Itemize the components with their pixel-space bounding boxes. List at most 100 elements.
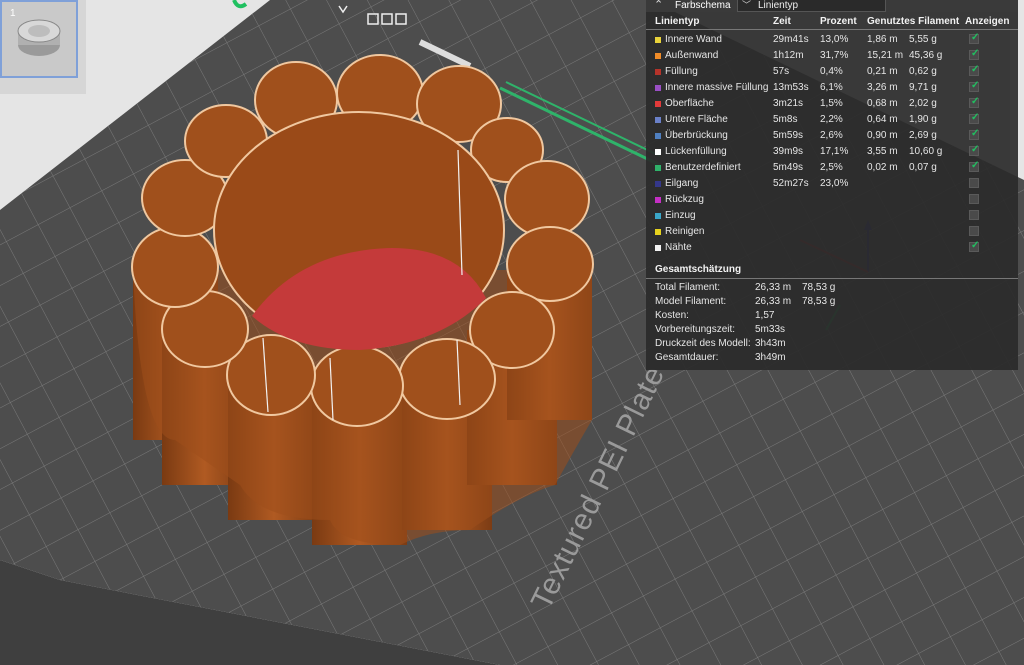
plate-thumbnail[interactable]: 1: [0, 0, 78, 78]
summary-value: 5m33s: [755, 324, 786, 335]
summary-title: Gesamtschätzung: [655, 264, 742, 275]
color-swatch: [655, 213, 661, 219]
color-swatch: [655, 229, 661, 235]
filament-weight: 45,36 g: [909, 50, 943, 61]
checkmark-icon: ✓: [971, 240, 980, 251]
summary-value: 1,57: [755, 310, 775, 321]
time-value: 13m53s: [773, 82, 809, 93]
summary-label: Druckzeit des Modell:: [655, 338, 751, 349]
time-value: 52m27s: [773, 178, 809, 189]
show-checkbox[interactable]: ✓: [969, 160, 979, 172]
legend-row: Füllung 57s 0,4% 0,21 m 0,62 g ✓: [646, 64, 1018, 80]
legend-row: Benutzerdefiniert 5m49s 2,5% 0,02 m 0,07 g ✓: [646, 160, 1018, 176]
linetype-name: Oberfläche: [665, 98, 714, 109]
column-header-percent: Prozent: [820, 16, 857, 27]
linetype-name: Innere Wand: [665, 34, 722, 45]
legend-row: Oberfläche 3m21s 1,5% 0,68 m 2,02 g ✓: [646, 96, 1018, 112]
filament-weight: 0,62 g: [909, 66, 937, 77]
percent-value: 6,1%: [820, 82, 843, 93]
legend-row: Überbrückung 5m59s 2,6% 0,90 m 2,69 g ✓: [646, 128, 1018, 144]
filament-weight: 2,02 g: [909, 98, 937, 109]
color-swatch: [655, 69, 661, 75]
color-swatch: [655, 245, 661, 251]
linetype-name: Untere Fläche: [665, 114, 728, 125]
filament-length: 0,90 m: [867, 130, 898, 141]
filament-length: 0,21 m: [867, 66, 898, 77]
summary-row: Druckzeit des Modell: 3h43m: [646, 338, 1018, 352]
color-swatch: [655, 197, 661, 203]
summary-label: Model Filament:: [655, 296, 727, 307]
filament-length: 15,21 m: [867, 50, 904, 61]
summary-label: Gesamtdauer:: [655, 352, 719, 363]
show-checkbox[interactable]: ✓: [969, 80, 979, 92]
checkmark-icon: ✓: [971, 144, 980, 155]
summary-value: 26,33 m: [755, 282, 792, 293]
filament-weight: 1,90 g: [909, 114, 937, 125]
show-checkbox[interactable]: ✓: [969, 48, 980, 60]
summary-value-secondary: 78,53 g: [802, 296, 836, 307]
plate-number: 1: [10, 8, 16, 19]
color-swatch: [655, 85, 661, 91]
percent-value: 23,0%: [820, 178, 849, 189]
filament-length: 0,68 m: [867, 98, 898, 109]
summary-value: 3h43m: [755, 338, 786, 349]
linetype-name: Einzug: [665, 210, 696, 221]
percent-value: 13,0%: [820, 34, 849, 45]
percent-value: 1,5%: [820, 98, 843, 109]
time-value: 39m9s: [773, 146, 804, 157]
time-value: 5m49s: [773, 162, 804, 173]
checkmark-icon: ✓: [971, 48, 980, 59]
legend-panel: ⌃ Farbschema ﹀ Linientyp Linientyp Zeit …: [646, 0, 1018, 370]
filament-length: 3,55 m: [867, 146, 898, 157]
summary-label: Vorbereitungszeit:: [655, 324, 736, 335]
show-checkbox[interactable]: ✓: [969, 112, 979, 124]
summary-value-secondary: 78,53 g: [802, 282, 836, 293]
summary-row: Kosten: 1,57: [646, 310, 1018, 324]
checkmark-icon: ✓: [971, 128, 980, 139]
linetype-name: Rückzug: [665, 194, 704, 205]
filament-weight: 2,69 g: [909, 130, 937, 141]
percent-value: 0,4%: [820, 66, 843, 77]
filament-length: 0,02 m: [867, 162, 898, 173]
time-value: 57s: [773, 66, 790, 77]
summary-value: 26,33 m: [755, 296, 792, 307]
time-value: 5m59s: [773, 130, 804, 141]
color-swatch: [655, 117, 661, 123]
show-checkbox[interactable]: ✓: [969, 64, 980, 76]
color-scheme-value: Linientyp: [758, 0, 799, 11]
summary-row: Model Filament: 26,33 m 78,53 g: [646, 296, 1018, 310]
linetype-name: Füllung: [665, 66, 698, 77]
checkmark-icon: ✓: [971, 32, 980, 43]
linetype-name: Eilgang: [665, 178, 699, 189]
linetype-name: Nähte: [665, 242, 692, 253]
percent-value: 2,2%: [820, 114, 843, 125]
plate-thumbnail-list: 1: [0, 0, 86, 94]
show-checkbox[interactable]: [969, 194, 979, 204]
summary-divider: [646, 278, 1018, 279]
checkmark-icon: ✓: [971, 64, 980, 75]
show-checkbox[interactable]: ✓: [969, 240, 980, 252]
show-checkbox[interactable]: ✓: [969, 96, 979, 108]
color-swatch: [655, 53, 661, 59]
percent-value: 17,1%: [820, 146, 849, 157]
color-swatch: [655, 133, 661, 139]
color-swatch: [655, 101, 661, 107]
show-checkbox[interactable]: [969, 226, 979, 236]
collapse-icon[interactable]: ⌃: [654, 0, 663, 11]
filament-length: 3,26 m: [867, 82, 898, 93]
color-scheme-select[interactable]: ﹀ Linientyp: [737, 0, 886, 12]
percent-value: 2,5%: [820, 162, 843, 173]
filament-length: 0,64 m: [867, 114, 898, 125]
show-checkbox[interactable]: ✓: [969, 144, 980, 156]
summary-row: Total Filament: 26,33 m 78,53 g: [646, 282, 1018, 296]
show-checkbox[interactable]: ✓: [969, 128, 980, 140]
show-checkbox[interactable]: ✓: [969, 32, 980, 44]
model-preview[interactable]: [131, 54, 594, 545]
show-checkbox[interactable]: [969, 210, 979, 220]
filament-weight: 10,60 g: [909, 146, 943, 157]
linetype-name: Innere massive Füllung: [665, 82, 769, 93]
summary-label: Total Filament:: [655, 282, 721, 293]
color-swatch: [655, 37, 661, 43]
linetype-name: Außenwand: [665, 50, 719, 61]
show-checkbox[interactable]: [969, 178, 979, 188]
